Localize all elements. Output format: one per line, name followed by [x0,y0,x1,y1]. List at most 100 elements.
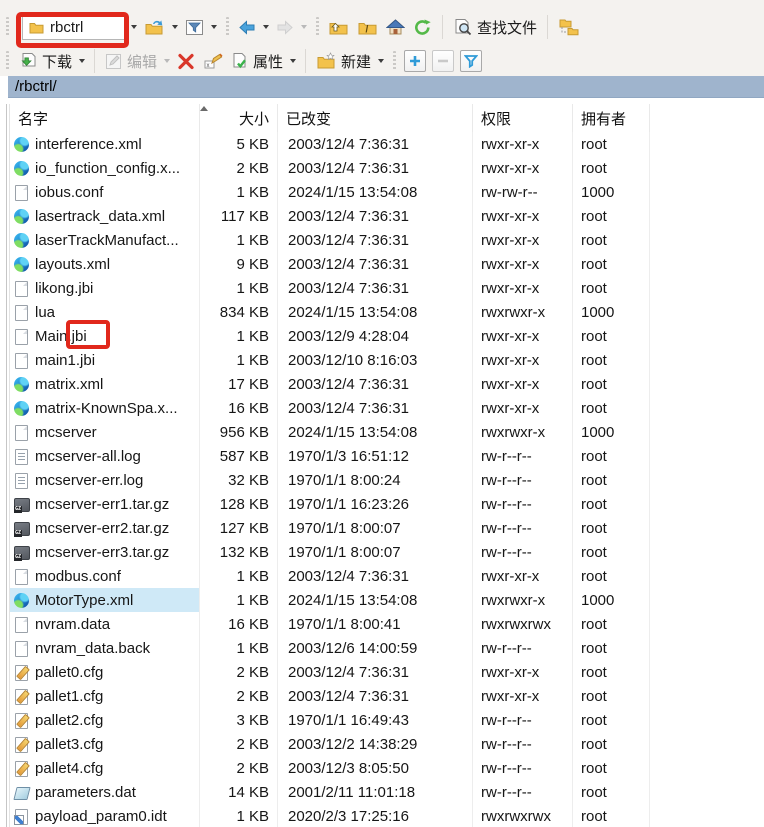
toolbar-grip[interactable] [316,17,319,37]
table-row[interactable]: modbus.conf 1 KB 2003/12/4 7:36:31 rwxr-… [10,564,764,588]
refresh-button[interactable] [409,17,436,38]
file-rows: interference.xml 5 KB 2003/12/4 7:36:31 … [10,132,764,827]
download-dropdown-icon[interactable] [79,59,85,63]
table-row[interactable]: payload_param0.idt 1 KB 2020/2/3 17:25:1… [10,804,764,827]
root-directory-button[interactable]: / [353,17,382,38]
download-button[interactable]: 下载 [14,49,76,74]
address-dropdown-icon[interactable] [131,25,137,29]
address-combo[interactable]: rbctrl [22,14,128,40]
file-type-icon [13,184,30,201]
toolbar-grip[interactable] [393,51,396,71]
table-row[interactable]: layouts.xml 9 KB 2003/12/4 7:36:31 rwxr-… [10,252,764,276]
file-type-icon [13,304,30,321]
file-changed: 1970/1/1 8:00:07 [278,516,473,540]
table-row[interactable]: io_function_config.x... 2 KB 2003/12/4 7… [10,156,764,180]
file-size: 834 KB [200,300,278,324]
table-row[interactable]: pallet0.cfg 2 KB 2003/12/4 7:36:31 rwxr-… [10,660,764,684]
file-name: mcserver-all.log [35,448,141,465]
file-permissions: rw-rw-r-- [473,180,573,204]
download-label: 下载 [42,51,72,72]
file-name: laserTrackManufact... [35,232,179,249]
toolbar-grip[interactable] [6,51,9,71]
find-files-button[interactable]: 查找文件 [449,15,541,40]
edit-button[interactable]: 编辑 [101,49,161,74]
properties-button[interactable]: 属性 [227,49,287,74]
svg-text:/: / [366,24,369,35]
add-filter-button[interactable] [404,50,426,72]
file-permissions: rwxr-xr-x [473,396,573,420]
file-permissions: rwxrwxr-x [473,300,573,324]
file-size: 128 KB [200,492,278,516]
table-row[interactable]: interference.xml 5 KB 2003/12/4 7:36:31 … [10,132,764,156]
table-row[interactable]: parameters.dat 14 KB 2001/2/11 11:01:18 … [10,780,764,804]
column-header-permissions[interactable]: 权限 [473,104,573,132]
toolbar-grip[interactable] [226,17,229,37]
file-name: iobus.conf [35,184,103,201]
table-header: 名字 大小 已改变 权限 拥有者 [10,104,764,132]
file-type-icon [13,376,30,393]
file-type-icon [13,472,30,489]
column-header-name[interactable]: 名字 [10,104,200,132]
filter-list-button[interactable] [460,50,482,72]
file-size: 1 KB [200,228,278,252]
table-row[interactable]: mcserver-err3.tar.gz 132 KB 1970/1/1 8:0… [10,540,764,564]
rename-button[interactable]: x [199,51,227,72]
table-row[interactable]: iobus.conf 1 KB 2024/1/15 13:54:08 rw-rw… [10,180,764,204]
parent-directory-button[interactable] [324,17,353,38]
remove-filter-button[interactable] [432,50,454,72]
file-list-panel: 名字 大小 已改变 权限 拥有者 interference.xml 5 KB 2… [10,104,764,827]
table-row[interactable]: mcserver-err.log 32 KB 1970/1/1 8:00:24 … [10,468,764,492]
properties-dropdown-icon[interactable] [290,59,296,63]
table-row[interactable]: laserTrackManufact... 1 KB 2003/12/4 7:3… [10,228,764,252]
path-bar[interactable]: /rbctrl/ [8,76,764,98]
file-permissions: rw-r--r-- [473,468,573,492]
column-header-size[interactable]: 大小 [200,104,278,132]
table-row[interactable]: mcserver-err1.tar.gz 128 KB 1970/1/1 16:… [10,492,764,516]
file-size: 587 KB [200,444,278,468]
file-type-icon [13,712,30,729]
file-type-icon [13,616,30,633]
synchronize-browsing-button[interactable] [554,16,584,38]
delete-button[interactable] [173,51,199,72]
file-owner: root [573,780,650,804]
table-row[interactable]: mcserver 956 KB 2024/1/15 13:54:08 rwxrw… [10,420,764,444]
table-row[interactable]: pallet3.cfg 2 KB 2003/12/2 14:38:29 rw-r… [10,732,764,756]
edit-dropdown-icon[interactable] [164,59,170,63]
file-name: lua [35,304,55,321]
column-header-changed[interactable]: 已改变 [278,104,473,132]
table-row[interactable]: pallet4.cfg 2 KB 2003/12/3 8:05:50 rw-r-… [10,756,764,780]
table-row[interactable]: likong.jbi 1 KB 2003/12/4 7:36:31 rwxr-x… [10,276,764,300]
file-owner: root [573,276,650,300]
file-permissions: rwxr-xr-x [473,276,573,300]
file-permissions: rwxr-xr-x [473,156,573,180]
toolbar-grip[interactable] [6,17,9,37]
table-row[interactable]: lua 834 KB 2024/1/15 13:54:08 rwxrwxr-x … [10,300,764,324]
table-row[interactable]: nvram_data.back 1 KB 2003/12/6 14:00:59 … [10,636,764,660]
table-row[interactable]: Main.jbi 1 KB 2003/12/9 4:28:04 rwxr-xr-… [10,324,764,348]
table-row[interactable]: pallet1.cfg 2 KB 2003/12/4 7:36:31 rwxr-… [10,684,764,708]
table-row[interactable]: MotorType.xml 1 KB 2024/1/15 13:54:08 rw… [10,588,764,612]
table-row[interactable]: mcserver-all.log 587 KB 1970/1/3 16:51:1… [10,444,764,468]
filter-dropdown-icon[interactable] [211,25,217,29]
filter-button[interactable] [181,17,208,38]
open-directory-dropdown-icon[interactable] [172,25,178,29]
back-button[interactable] [234,18,260,37]
table-row[interactable]: mcserver-err2.tar.gz 127 KB 1970/1/1 8:0… [10,516,764,540]
table-row[interactable]: matrix.xml 17 KB 2003/12/4 7:36:31 rwxr-… [10,372,764,396]
table-row[interactable]: matrix-KnownSpa.x... 16 KB 2003/12/4 7:3… [10,396,764,420]
table-row[interactable]: main1.jbi 1 KB 2003/12/10 8:16:03 rwxr-x… [10,348,764,372]
table-row[interactable]: lasertrack_data.xml 117 KB 2003/12/4 7:3… [10,204,764,228]
file-changed: 1970/1/1 8:00:07 [278,540,473,564]
home-button[interactable] [382,17,409,38]
column-header-owner[interactable]: 拥有者 [573,104,650,132]
table-row[interactable]: pallet2.cfg 3 KB 1970/1/1 16:49:43 rw-r-… [10,708,764,732]
file-name: io_function_config.x... [35,160,180,177]
forward-dropdown-icon[interactable] [301,25,307,29]
new-dropdown-icon[interactable] [378,59,384,63]
back-dropdown-icon[interactable] [263,25,269,29]
new-button[interactable]: 新建 [312,49,375,74]
open-directory-button[interactable] [140,17,169,38]
table-row[interactable]: nvram.data 16 KB 1970/1/1 8:00:41 rwxrwx… [10,612,764,636]
forward-button[interactable] [272,18,298,37]
file-type-icon [13,208,30,225]
